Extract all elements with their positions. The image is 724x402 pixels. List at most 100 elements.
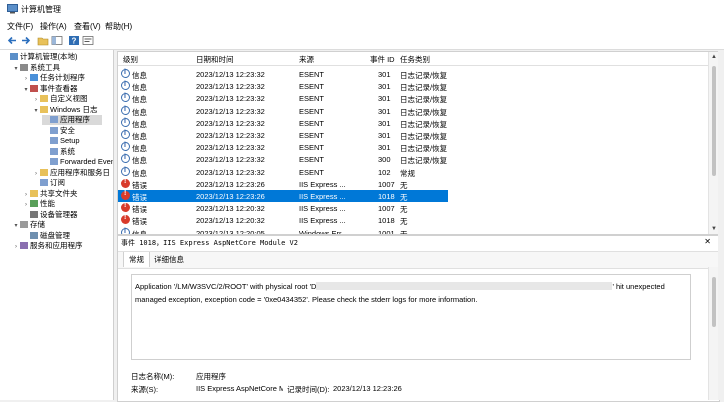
tab-details[interactable]: 详细信息 xyxy=(149,252,189,267)
table-row[interactable]: 错误2023/12/13 12:23:26IIS Express ...1007… xyxy=(118,178,448,190)
event-source: ESENT xyxy=(299,131,325,140)
tree-item[interactable]: › 应用程序和服务日 xyxy=(32,168,110,178)
tree-item[interactable]: ▾ 存储 xyxy=(12,220,45,230)
column-header-source[interactable]: 来源 xyxy=(299,54,314,65)
scroll-thumb[interactable] xyxy=(712,66,716,176)
detail-scroll-thumb[interactable] xyxy=(712,277,716,327)
tree-item[interactable]: › 服务和应用程序 xyxy=(12,241,83,251)
event-message-part1: Application '/LM/W3SVC/2/ROOT' with phys… xyxy=(135,282,317,291)
expand-arrow-icon[interactable]: › xyxy=(22,200,30,210)
collapse-arrow-icon[interactable]: ▾ xyxy=(12,64,20,74)
tree-item[interactable]: ▾ Windows 日志 xyxy=(32,105,97,116)
outer-scrollbar[interactable] xyxy=(718,51,724,400)
event-id: 301 xyxy=(378,118,391,128)
collapse-arrow-icon[interactable]: ▾ xyxy=(22,85,30,95)
computer-management-icon xyxy=(7,4,18,14)
menu-view[interactable]: 查看(V) xyxy=(74,21,101,32)
menu-action[interactable]: 操作(A) xyxy=(40,21,67,32)
column-header-level[interactable]: 级别 xyxy=(123,54,138,65)
table-row[interactable]: 信息2023/12/13 12:23:32ESENT301日志记录/恢复 xyxy=(118,141,448,153)
tree-item[interactable]: Forwarded Even xyxy=(42,157,113,167)
help-icon[interactable]: ? xyxy=(68,35,80,46)
tree-item[interactable]: Setup xyxy=(42,136,80,146)
menu-help[interactable]: 帮助(H) xyxy=(105,21,132,32)
error-icon xyxy=(121,202,130,213)
table-row[interactable]: 信息2023/12/13 12:23:32ESENT301日志记录/恢复 xyxy=(118,68,448,80)
event-message-box[interactable]: Application '/LM/W3SVC/2/ROOT' with phys… xyxy=(131,274,691,360)
event-detail-title: 事件 1018，IIS Express AspNetCore Module V2 xyxy=(121,239,298,247)
expand-arrow-icon[interactable]: › xyxy=(32,169,40,179)
navigation-tree: 计算机管理(本地) ▾ 系统工具 › 任务计划程序 ▾ 事件查看器 › 自定义视图 ▾ Window… xyxy=(0,50,114,400)
collapse-arrow-icon[interactable]: ▾ xyxy=(32,106,40,116)
table-row[interactable]: 错误2023/12/13 12:23:26IIS Express ...1018… xyxy=(118,190,448,202)
table-row[interactable]: 信息2023/12/13 12:20:05Windows Err...1001无 xyxy=(118,227,448,234)
tree-item-label: 自定义视图 xyxy=(50,94,88,103)
tree-item-label: 性能 xyxy=(40,199,55,208)
toolbar: ? xyxy=(0,33,724,50)
show-hide-tree-icon[interactable] xyxy=(51,35,63,46)
event-source: ESENT xyxy=(299,82,325,92)
tree-item[interactable]: ▾ 系统工具 xyxy=(12,63,60,73)
services-icon xyxy=(20,242,28,249)
tree-item[interactable]: 订阅 xyxy=(32,178,65,188)
disk-icon xyxy=(30,231,38,239)
event-id: 301 xyxy=(378,143,391,153)
tree-item[interactable]: › 性能 xyxy=(22,199,55,209)
tab-general[interactable]: 常规 xyxy=(123,252,150,267)
tree-item[interactable]: 磁盘管理 xyxy=(22,231,70,241)
column-header-event-id[interactable]: 事件 ID xyxy=(370,54,395,65)
event-id: 1007 xyxy=(378,204,395,214)
folder-icon xyxy=(40,95,48,102)
error-icon xyxy=(121,190,130,200)
tree-item[interactable]: 计算机管理(本地) xyxy=(2,52,78,62)
column-header-category[interactable]: 任务类别 xyxy=(400,54,430,65)
table-row[interactable]: 信息2023/12/13 12:23:32ESENT301日志记录/恢复 xyxy=(118,129,448,141)
up-folder-icon[interactable] xyxy=(37,35,49,46)
tree-item[interactable]: › 任务计划程序 xyxy=(22,73,85,83)
event-message-part2: ' hit unexpected xyxy=(612,282,665,291)
tree-item-label: 计算机管理(本地) xyxy=(20,52,78,61)
properties-icon[interactable] xyxy=(82,35,94,46)
event-datetime: 2023/12/13 12:20:32 xyxy=(196,216,265,226)
table-row[interactable]: 信息2023/12/13 12:23:32ESENT301日志记录/恢复 xyxy=(118,105,448,117)
back-arrow-icon[interactable] xyxy=(6,35,18,46)
collapse-arrow-icon[interactable]: ▾ xyxy=(12,221,20,231)
forward-arrow-icon[interactable] xyxy=(20,35,32,46)
event-source: IIS Express ... xyxy=(299,216,346,226)
event-datetime: 2023/12/13 12:23:32 xyxy=(196,82,265,92)
expand-arrow-icon[interactable]: › xyxy=(22,74,30,84)
menu-file[interactable]: 文件(F) xyxy=(7,21,33,32)
folder-icon xyxy=(40,168,48,176)
expand-arrow-icon[interactable]: › xyxy=(12,242,20,252)
close-icon[interactable]: ✕ xyxy=(704,237,711,246)
tree-item[interactable]: ▾ 事件查看器 xyxy=(22,84,77,95)
info-icon xyxy=(121,69,130,78)
tree-item-label: 存储 xyxy=(30,220,45,229)
tree-item[interactable]: › 共享文件夹 xyxy=(22,189,78,199)
scroll-down-icon[interactable]: ▼ xyxy=(711,226,717,232)
table-row[interactable]: 信息2023/12/13 12:23:32ESENT301日志记录/恢复 xyxy=(118,117,448,129)
storage-icon xyxy=(20,221,28,228)
table-row[interactable]: 错误2023/12/13 12:20:32IIS Express ...1007… xyxy=(118,202,448,214)
table-row[interactable]: 信息2023/12/13 12:23:32ESENT102常规 xyxy=(118,166,448,178)
event-source: ESENT xyxy=(299,70,325,79)
expand-arrow-icon[interactable]: › xyxy=(32,95,40,105)
expand-arrow-icon[interactable]: › xyxy=(22,190,30,200)
tree-item[interactable]: 系统 xyxy=(42,147,75,157)
event-id: 1018 xyxy=(378,192,395,201)
event-source: ESENT xyxy=(299,94,325,104)
tree-item[interactable]: 应用程序 xyxy=(42,115,102,125)
column-header-datetime[interactable]: 日期和时间 xyxy=(196,54,234,65)
table-row[interactable]: 错误2023/12/13 12:20:32IIS Express ...1018… xyxy=(118,214,448,226)
table-row[interactable]: 信息2023/12/13 12:23:32ESENT301日志记录/恢复 xyxy=(118,80,448,92)
event-datetime: 2023/12/13 12:23:32 xyxy=(196,94,265,104)
tree-item[interactable]: 设备管理器 xyxy=(22,210,78,220)
scroll-up-icon[interactable]: ▲ xyxy=(711,54,717,60)
tree-item-label: 应用程序和服务日 xyxy=(50,167,110,177)
tree-item[interactable]: 安全 xyxy=(42,126,75,136)
tree-item[interactable]: › 自定义视图 xyxy=(32,94,88,104)
event-list-header: 级别 日期和时间 来源 事件 ID 任务类别 xyxy=(118,52,708,66)
table-row[interactable]: 信息2023/12/13 12:23:32ESENT301日志记录/恢复 xyxy=(118,92,448,104)
event-datetime: 2023/12/13 12:23:32 xyxy=(196,131,265,140)
table-row[interactable]: 信息2023/12/13 12:23:32ESENT300日志记录/恢复 xyxy=(118,153,448,165)
